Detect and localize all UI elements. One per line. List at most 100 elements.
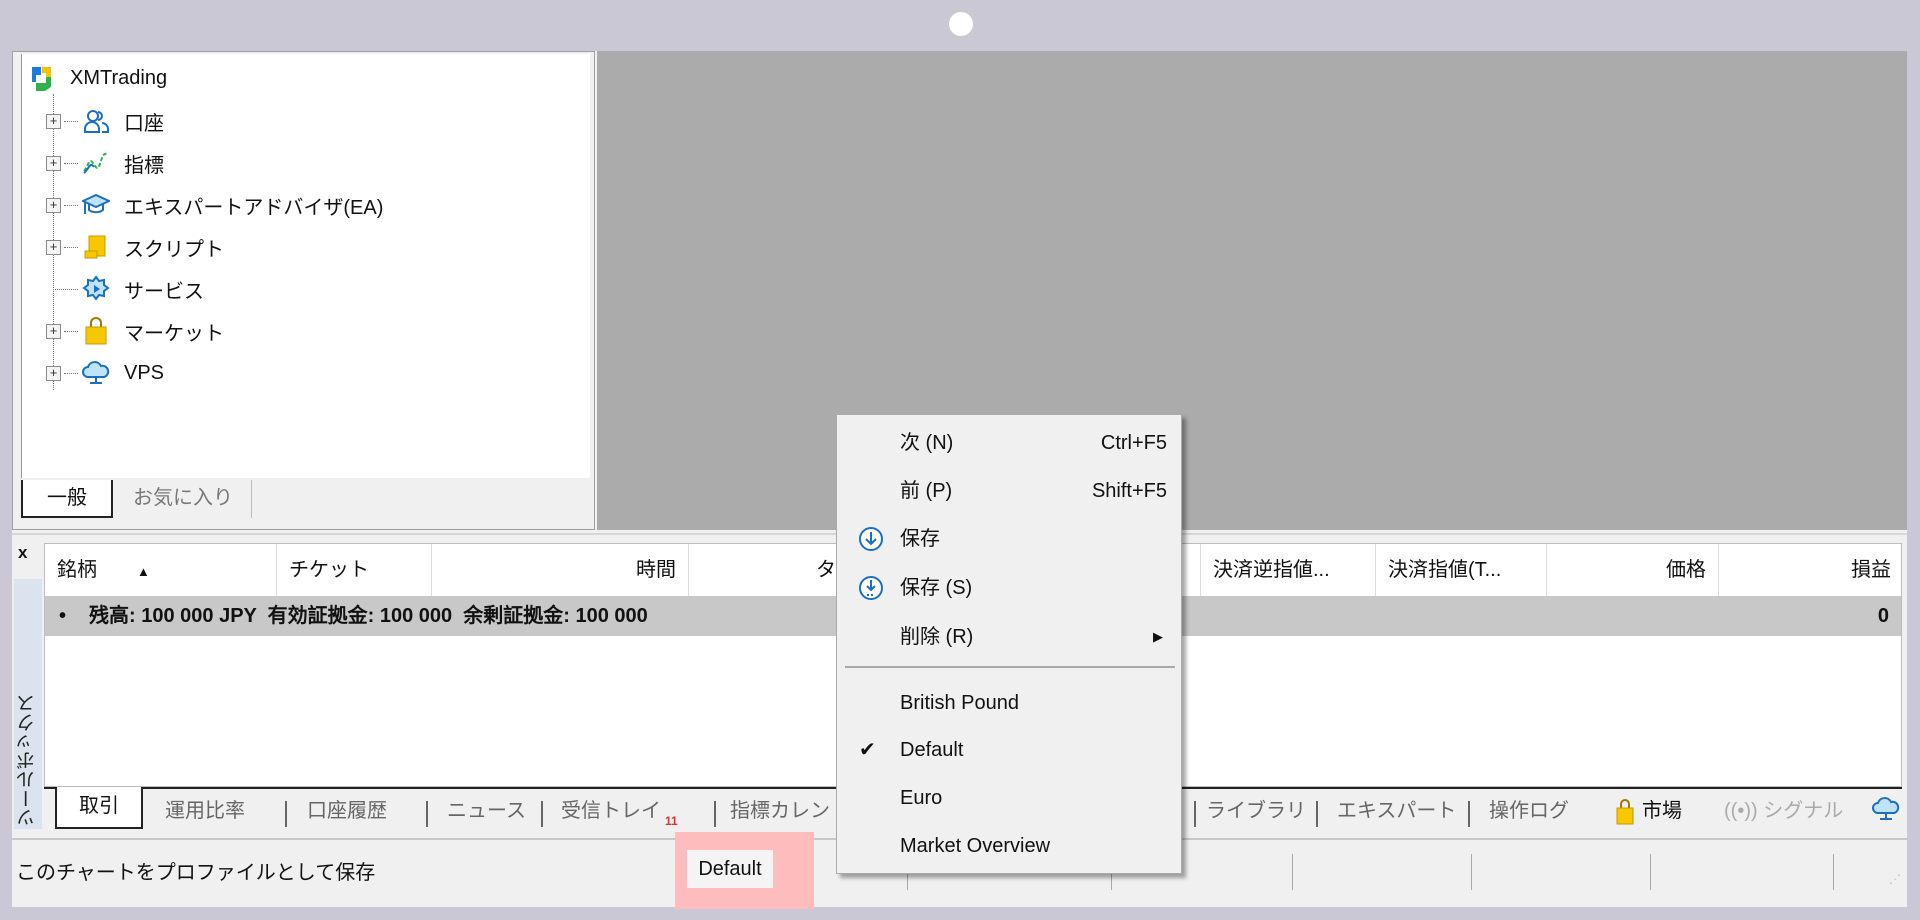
indicators-icon	[82, 149, 110, 177]
tab-signals[interactable]: ((•)) シグナル	[1724, 795, 1843, 829]
status-message: このチャートをプロファイルとして保存	[16, 862, 376, 884]
expand-icon[interactable]: +	[46, 113, 61, 129]
tree-item-label: エキスパートアドバイザ(EA)	[124, 196, 384, 219]
status-divider	[1471, 854, 1472, 890]
tab-divider	[1194, 801, 1196, 827]
tree-line	[64, 204, 78, 206]
status-divider	[1833, 854, 1834, 890]
menu-label: Default	[900, 739, 964, 761]
tab-calendar[interactable]: 指標カレン	[730, 795, 830, 829]
menu-separator	[845, 666, 1175, 668]
tree-item[interactable]: + マーケット	[46, 313, 224, 349]
tab-library[interactable]: ライブラリ	[1206, 795, 1306, 829]
market-bag-icon	[82, 317, 110, 345]
menu-label: British Pound	[900, 692, 1019, 714]
menu-label: 保存	[900, 528, 940, 550]
menu-item-save[interactable]: 保存	[837, 517, 1181, 561]
sort-ascending-icon: ▲	[137, 564, 150, 579]
profile-highlight: Default	[675, 832, 814, 909]
profiles-context-menu: 次 (N) Ctrl+F5 前 (P) Shift+F5 保存 保存 (S) 削除 …	[836, 414, 1182, 874]
tree-item[interactable]: サービス	[46, 271, 204, 307]
menu-item-profile-default[interactable]: ✔ Default	[837, 728, 1181, 772]
navigator-panel: XMTrading + 口座 + 指標 + エキスパートアドバイザ(EA) + スクリプトサー…	[12, 51, 595, 530]
checkmark-icon: ✔	[859, 739, 876, 761]
accounts-icon	[82, 107, 110, 135]
tab-trade[interactable]: 取引	[55, 787, 143, 829]
tab-exposure[interactable]: 運用比率	[165, 795, 245, 829]
tab-experts[interactable]: エキスパート	[1337, 795, 1456, 829]
col-ticket[interactable]: チケット	[277, 544, 432, 596]
tree-item[interactable]: + スクリプト	[46, 229, 224, 265]
tree-item-label: 指標	[124, 154, 164, 177]
status-divider	[1292, 854, 1293, 890]
expand-icon[interactable]: +	[46, 155, 61, 171]
col-symbol-label: 銘柄	[57, 559, 97, 581]
col-profit[interactable]: 損益	[1719, 544, 1903, 596]
tab-news[interactable]: ニュース	[447, 795, 526, 829]
expand-icon[interactable]: +	[46, 323, 61, 339]
tree-item-label: VPS	[124, 361, 165, 384]
menu-label: 前 (P)	[900, 480, 953, 502]
menu-item-next[interactable]: 次 (N) Ctrl+F5	[837, 421, 1181, 465]
services-icon	[82, 275, 110, 303]
balance-profit: 0	[1877, 605, 1889, 627]
tab-favorites[interactable]: お気に入り	[115, 480, 252, 518]
menu-label: Market Overview	[900, 835, 1051, 857]
tree-line	[53, 288, 78, 290]
menu-label: 保存 (S)	[900, 577, 973, 599]
tree-line	[64, 246, 78, 248]
tree-item-label: スクリプト	[124, 238, 224, 261]
tree-item[interactable]: + 指標	[46, 145, 164, 181]
tab-mailbox-label: 受信トレイ	[561, 800, 661, 822]
tree-root-label: XMTrading	[70, 66, 168, 89]
menu-item-profile-euro[interactable]: Euro	[837, 776, 1181, 820]
scripts-icon	[82, 233, 110, 261]
status-divider	[1650, 854, 1651, 890]
xm-logo-icon	[28, 64, 56, 92]
chart-area[interactable]	[597, 51, 1907, 530]
menu-label: 次 (N)	[900, 432, 954, 454]
tab-journal[interactable]: 操作ログ	[1489, 795, 1569, 829]
close-icon[interactable]: x	[18, 543, 27, 563]
tab-market[interactable]: 市場	[1616, 795, 1682, 829]
col-symbol[interactable]: 銘柄 ▲	[45, 544, 277, 596]
col-take-profit[interactable]: 決済指値(T...	[1376, 544, 1547, 596]
col-price[interactable]: 価格	[1547, 544, 1719, 596]
expand-icon[interactable]: +	[46, 239, 61, 255]
tree-line	[64, 372, 78, 374]
menu-label: 削除 (R)	[900, 626, 974, 648]
tab-market-label: 市場	[1642, 800, 1682, 822]
camera-dot	[949, 12, 973, 36]
menu-item-previous[interactable]: 前 (P) Shift+F5	[837, 469, 1181, 513]
expand-icon[interactable]: +	[46, 197, 61, 213]
tree-item-label: マーケット	[124, 322, 224, 345]
col-stop-loss[interactable]: 決済逆指値...	[1201, 544, 1376, 596]
market-bag-icon	[1616, 798, 1634, 825]
menu-item-save-as[interactable]: 保存 (S)	[837, 566, 1181, 610]
expand-icon[interactable]: +	[46, 365, 61, 381]
vps-cloud-icon	[1872, 797, 1900, 820]
col-time[interactable]: 時間	[432, 544, 689, 596]
status-profile[interactable]: Default	[687, 850, 773, 888]
tree-item[interactable]: + エキスパートアドバイザ(EA)	[46, 187, 383, 223]
tree-root[interactable]: XMTrading	[28, 60, 167, 96]
menu-item-delete[interactable]: 削除 (R) ▶	[837, 615, 1181, 659]
tab-divider	[1316, 801, 1318, 827]
tab-vps[interactable]	[1872, 795, 1900, 829]
menu-item-profile-market-overview[interactable]: Market Overview	[837, 824, 1181, 868]
tab-history[interactable]: 口座履歴	[307, 795, 387, 829]
resize-grip-icon[interactable]: ⋰	[1889, 872, 1901, 886]
tree-item-label: 口座	[124, 112, 164, 135]
tree-item-label: サービス	[124, 280, 204, 303]
tree-line	[64, 330, 78, 332]
tab-mailbox[interactable]: 受信トレイ 11	[561, 795, 678, 829]
toolbox-vertical-label: ツールボックス	[14, 579, 42, 829]
tab-general[interactable]: 一般	[21, 480, 113, 518]
tab-divider	[1468, 801, 1470, 827]
expert-advisor-icon	[82, 191, 110, 219]
tree-item[interactable]: + VPS	[46, 355, 164, 391]
tree-item[interactable]: + 口座	[46, 103, 164, 139]
menu-item-profile-british-pound[interactable]: British Pound	[837, 681, 1181, 725]
navigator-tree: XMTrading + 口座 + 指標 + エキスパートアドバイザ(EA) + スクリプトサー…	[21, 54, 590, 478]
submenu-arrow-icon: ▶	[1153, 629, 1163, 644]
